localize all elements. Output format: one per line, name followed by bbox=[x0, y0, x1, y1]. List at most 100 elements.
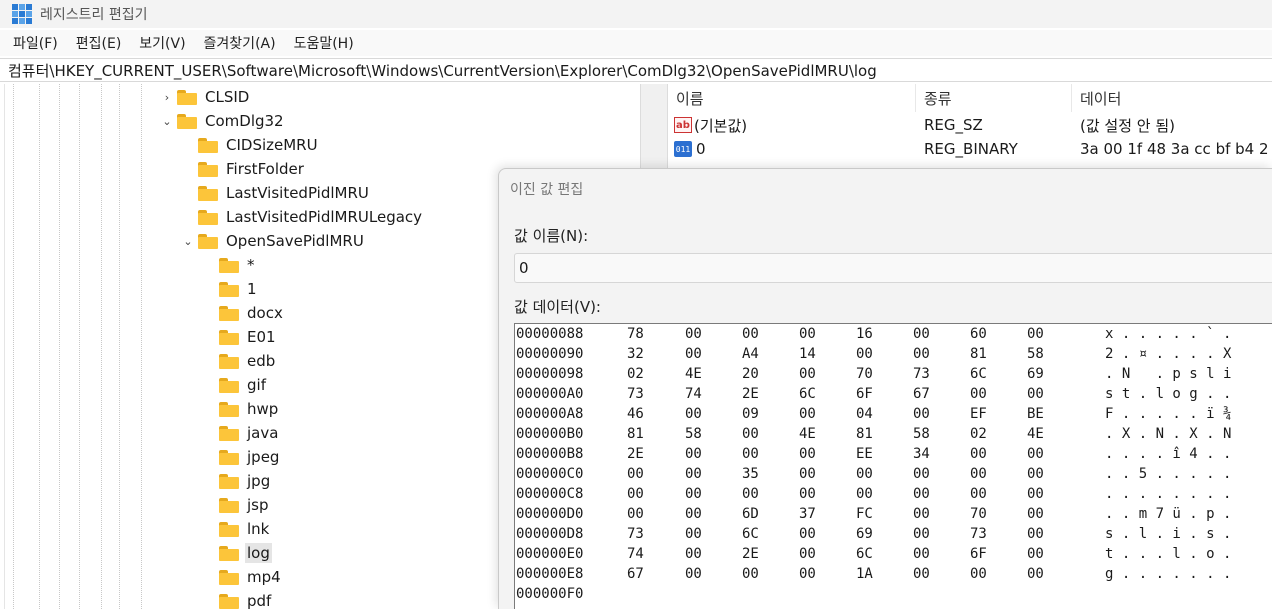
hex-byte[interactable]: 00 bbox=[970, 444, 987, 464]
hex-byte[interactable]: EE bbox=[856, 444, 873, 464]
hex-byte[interactable]: 00 bbox=[685, 344, 702, 364]
tree-node-edb[interactable]: edb bbox=[219, 349, 277, 373]
hex-byte[interactable]: 70 bbox=[970, 504, 987, 524]
hex-byte[interactable]: 00 bbox=[856, 464, 873, 484]
menu-file[interactable]: 파일(F) bbox=[4, 33, 67, 53]
hex-byte[interactable]: 00 bbox=[627, 484, 644, 504]
hex-byte[interactable]: 09 bbox=[742, 404, 759, 424]
hex-byte[interactable]: 00 bbox=[1027, 564, 1044, 584]
tree-node-log[interactable]: log bbox=[219, 541, 272, 565]
tree-node-e01[interactable]: E01 bbox=[219, 325, 278, 349]
hex-byte[interactable]: 2E bbox=[742, 544, 759, 564]
hex-byte[interactable]: 00 bbox=[685, 404, 702, 424]
hex-byte[interactable]: 6C bbox=[799, 384, 816, 404]
tree-node-gif[interactable]: gif bbox=[219, 373, 268, 397]
hex-byte[interactable]: 4E bbox=[685, 364, 702, 384]
hex-byte[interactable]: 78 bbox=[627, 324, 644, 344]
hex-byte[interactable]: 58 bbox=[1027, 344, 1044, 364]
tree-node-jsp[interactable]: jsp bbox=[219, 493, 271, 517]
hex-byte[interactable]: BE bbox=[1027, 404, 1044, 424]
hex-byte[interactable]: 00 bbox=[799, 444, 816, 464]
hex-byte[interactable]: 1A bbox=[856, 564, 873, 584]
hex-byte[interactable]: 67 bbox=[627, 564, 644, 584]
hex-editor[interactable]: 00000088 78 00 00 00 16 00 60 00 x . . . . . ` .0… bbox=[514, 323, 1272, 609]
list-row-default[interactable]: ab (기본값) REG_SZ (값 설정 안 됨) bbox=[668, 113, 1272, 137]
hex-byte[interactable]: 73 bbox=[627, 384, 644, 404]
hex-byte[interactable]: 60 bbox=[970, 324, 987, 344]
hex-byte[interactable]: 00 bbox=[913, 324, 930, 344]
hex-byte[interactable]: 00 bbox=[970, 564, 987, 584]
tree-node-pdf[interactable]: pdf bbox=[219, 589, 273, 609]
hex-byte[interactable]: 00 bbox=[627, 504, 644, 524]
hex-byte[interactable]: 00 bbox=[856, 344, 873, 364]
tree-node-opensavepidlmru[interactable]: ⌄ OpenSavePidlMRU bbox=[183, 229, 366, 253]
hex-byte[interactable]: 00 bbox=[913, 404, 930, 424]
hex-byte[interactable]: 00 bbox=[799, 484, 816, 504]
hex-byte[interactable]: 00 bbox=[970, 464, 987, 484]
hex-byte[interactable]: 00 bbox=[913, 344, 930, 364]
tree-node-cidsizemru[interactable]: CIDSizeMRU bbox=[198, 133, 320, 157]
tree-node-jpeg[interactable]: jpeg bbox=[219, 445, 281, 469]
value-name-field[interactable]: 0 bbox=[514, 253, 1272, 283]
hex-byte[interactable]: 00 bbox=[913, 484, 930, 504]
hex-byte[interactable]: 00 bbox=[685, 524, 702, 544]
hex-byte[interactable]: 00 bbox=[913, 544, 930, 564]
hex-byte[interactable]: 00 bbox=[913, 464, 930, 484]
hex-byte[interactable]: 00 bbox=[742, 324, 759, 344]
hex-byte[interactable]: 00 bbox=[1027, 484, 1044, 504]
hex-byte[interactable]: 00 bbox=[799, 464, 816, 484]
hex-byte[interactable]: 00 bbox=[913, 524, 930, 544]
hex-byte[interactable]: 00 bbox=[1027, 504, 1044, 524]
address-bar[interactable]: 컴퓨터\HKEY_CURRENT_USER\Software\Microsoft… bbox=[0, 58, 1272, 82]
hex-byte[interactable]: 00 bbox=[742, 424, 759, 444]
tree-node-comdlg32[interactable]: ⌄ ComDlg32 bbox=[162, 109, 286, 133]
hex-byte[interactable]: 00 bbox=[799, 404, 816, 424]
hex-byte[interactable]: 02 bbox=[627, 364, 644, 384]
address-path[interactable]: 컴퓨터\HKEY_CURRENT_USER\Software\Microsoft… bbox=[8, 60, 877, 81]
tree-node-lnk[interactable]: lnk bbox=[219, 517, 271, 541]
hex-byte[interactable]: 73 bbox=[627, 524, 644, 544]
hex-byte[interactable]: 37 bbox=[799, 504, 816, 524]
menu-help[interactable]: 도움말(H) bbox=[285, 33, 363, 53]
hex-byte[interactable]: 00 bbox=[856, 484, 873, 504]
hex-byte[interactable]: 74 bbox=[685, 384, 702, 404]
column-header-data[interactable]: 데이터 bbox=[1072, 84, 1272, 112]
chevron-down-icon[interactable]: ⌄ bbox=[161, 115, 173, 128]
hex-byte[interactable]: 6F bbox=[856, 384, 873, 404]
menu-edit[interactable]: 편집(E) bbox=[67, 33, 131, 53]
hex-byte[interactable]: 00 bbox=[685, 464, 702, 484]
tree-node-clsid[interactable]: › CLSID bbox=[165, 85, 251, 109]
tree-node-mp4[interactable]: mp4 bbox=[219, 565, 283, 589]
hex-byte[interactable]: 81 bbox=[627, 424, 644, 444]
hex-byte[interactable]: 00 bbox=[799, 364, 816, 384]
hex-byte[interactable]: 46 bbox=[627, 404, 644, 424]
hex-byte[interactable]: 00 bbox=[970, 484, 987, 504]
tree-node-firstfolder[interactable]: FirstFolder bbox=[198, 157, 306, 181]
hex-byte[interactable]: 58 bbox=[913, 424, 930, 444]
tree-node-docx[interactable]: docx bbox=[219, 301, 285, 325]
tree-node-java[interactable]: java bbox=[219, 421, 280, 445]
hex-byte[interactable]: 6D bbox=[742, 504, 759, 524]
hex-byte[interactable]: 00 bbox=[913, 504, 930, 524]
hex-byte[interactable]: 00 bbox=[742, 564, 759, 584]
hex-byte[interactable]: 00 bbox=[799, 564, 816, 584]
hex-byte[interactable]: 00 bbox=[1027, 384, 1044, 404]
hex-byte[interactable]: 00 bbox=[685, 544, 702, 564]
hex-byte[interactable]: 4E bbox=[1027, 424, 1044, 444]
hex-byte[interactable]: 2E bbox=[742, 384, 759, 404]
chevron-down-icon[interactable]: ⌄ bbox=[182, 235, 194, 248]
hex-byte[interactable]: 00 bbox=[627, 464, 644, 484]
tree-node-lastvisitedpidlmrulegacy[interactable]: LastVisitedPidlMRULegacy bbox=[198, 205, 424, 229]
hex-byte[interactable]: 35 bbox=[742, 464, 759, 484]
menu-favorites[interactable]: 즐겨찾기(A) bbox=[195, 33, 285, 53]
hex-byte[interactable]: 74 bbox=[627, 544, 644, 564]
hex-byte[interactable]: 14 bbox=[799, 344, 816, 364]
hex-byte[interactable]: 67 bbox=[913, 384, 930, 404]
hex-byte[interactable]: 81 bbox=[970, 344, 987, 364]
hex-byte[interactable]: 32 bbox=[627, 344, 644, 364]
hex-byte[interactable]: 00 bbox=[799, 524, 816, 544]
hex-byte[interactable]: 73 bbox=[970, 524, 987, 544]
hex-byte[interactable]: 58 bbox=[685, 424, 702, 444]
hex-byte[interactable]: 69 bbox=[856, 524, 873, 544]
tree-node-lastvisitedpidlmru[interactable]: LastVisitedPidlMRU bbox=[198, 181, 371, 205]
